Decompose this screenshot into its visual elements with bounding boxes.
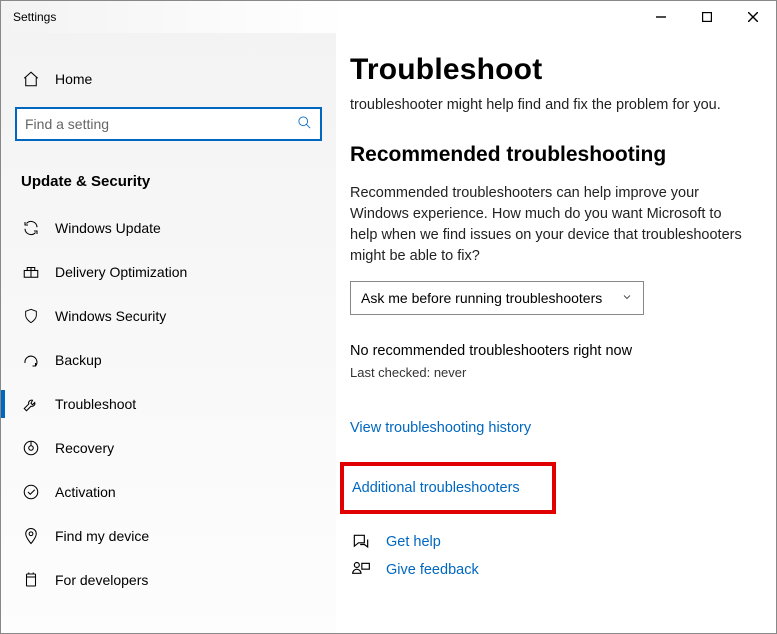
wrench-icon (21, 395, 41, 413)
sidebar: Home Update & Security Windows Update (1, 33, 336, 633)
give-feedback-row[interactable]: Give feedback (350, 560, 752, 580)
give-feedback-link[interactable]: Give feedback (386, 562, 479, 578)
additional-troubleshooters-link[interactable]: Additional troubleshooters (352, 480, 520, 496)
sidebar-item-troubleshoot[interactable]: Troubleshoot (1, 382, 336, 426)
sidebar-item-label: Recovery (55, 440, 114, 456)
dev-icon (21, 571, 41, 589)
search-input[interactable] (15, 107, 322, 141)
home-label: Home (55, 71, 92, 87)
sidebar-item-for-developers[interactable]: For developers (1, 558, 336, 602)
status-text: No recommended troubleshooters right now (350, 343, 752, 359)
search-icon (297, 115, 312, 133)
main-panel: Troubleshoot troubleshooter might help f… (336, 33, 776, 633)
sidebar-item-label: Windows Update (55, 220, 161, 236)
chevron-down-icon (621, 290, 633, 306)
close-button[interactable] (730, 1, 776, 33)
sidebar-item-label: Find my device (55, 528, 149, 544)
get-help-row[interactable]: Get help (350, 532, 752, 552)
chat-icon (350, 532, 372, 552)
page-title: Troubleshoot (350, 53, 752, 87)
lead-text: troubleshooter might help find and fix t… (350, 95, 752, 115)
maximize-button[interactable] (684, 1, 730, 33)
window-title: Settings (13, 10, 638, 24)
sidebar-item-windows-update[interactable]: Windows Update (1, 206, 336, 250)
get-help-link[interactable]: Get help (386, 534, 441, 550)
feedback-icon (350, 560, 372, 580)
sidebar-item-label: Windows Security (55, 308, 166, 324)
search-field[interactable] (25, 116, 297, 132)
sidebar-item-activation[interactable]: Activation (1, 470, 336, 514)
sidebar-item-label: Backup (55, 352, 102, 368)
history-link[interactable]: View troubleshooting history (350, 420, 752, 436)
sidebar-item-backup[interactable]: Backup (1, 338, 336, 382)
highlight-box: Additional troubleshooters (340, 462, 556, 514)
shield-icon (21, 307, 41, 325)
sidebar-item-delivery-optimization[interactable]: Delivery Optimization (1, 250, 336, 294)
sidebar-item-label: Troubleshoot (55, 396, 136, 412)
sync-icon (21, 219, 41, 237)
last-checked-text: Last checked: never (350, 365, 752, 380)
activation-icon (21, 483, 41, 501)
sidebar-item-label: Activation (55, 484, 116, 500)
sidebar-item-recovery[interactable]: Recovery (1, 426, 336, 470)
dropdown-value: Ask me before running troubleshooters (361, 290, 613, 306)
sidebar-item-find-my-device[interactable]: Find my device (1, 514, 336, 558)
recovery-icon (21, 439, 41, 457)
sidebar-item-label: Delivery Optimization (55, 264, 187, 280)
category-heading: Update & Security (1, 151, 336, 206)
home-icon (21, 70, 41, 88)
section-body: Recommended troubleshooters can help imp… (350, 183, 752, 267)
backup-icon (21, 351, 41, 369)
delivery-icon (21, 263, 41, 281)
troubleshoot-preference-dropdown[interactable]: Ask me before running troubleshooters (350, 281, 644, 315)
minimize-button[interactable] (638, 1, 684, 33)
sidebar-item-windows-security[interactable]: Windows Security (1, 294, 336, 338)
pin-icon (21, 527, 41, 545)
section-heading: Recommended troubleshooting (350, 143, 752, 167)
sidebar-item-label: For developers (55, 572, 148, 588)
titlebar: Settings (1, 1, 776, 33)
home-nav[interactable]: Home (1, 57, 336, 101)
